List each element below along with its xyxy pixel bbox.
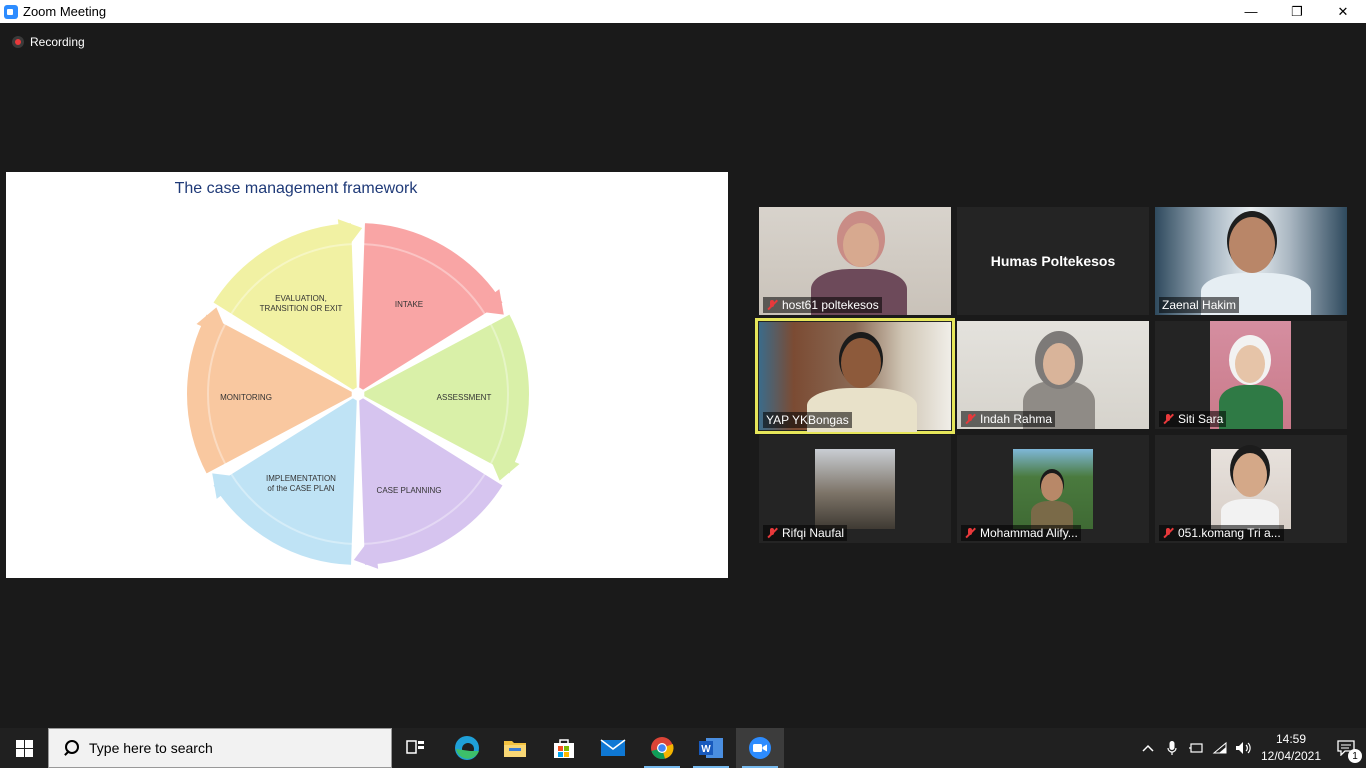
segment-label-assessment: ASSESSMENT bbox=[437, 393, 492, 402]
svg-text:MONITORING: MONITORING bbox=[220, 393, 272, 402]
mic-muted-icon bbox=[964, 527, 976, 539]
participant-name: Rifqi Naufal bbox=[763, 525, 848, 541]
clock-time: 14:59 bbox=[1275, 732, 1307, 746]
participant-name: Humas Poltekesos bbox=[990, 253, 1116, 269]
svg-text:IMPLEMENTATION: IMPLEMENTATION bbox=[266, 474, 336, 483]
recording-icon bbox=[12, 36, 24, 48]
case-management-diagram: INTAKE ASSESSMENT CASE PLANNING IMPLEMEN… bbox=[185, 219, 531, 569]
word-icon[interactable]: W bbox=[687, 728, 735, 768]
minimize-button[interactable]: — bbox=[1228, 0, 1274, 23]
participant-tile[interactable]: Mohammad Alify... bbox=[957, 435, 1149, 543]
participant-name: Siti Sara bbox=[1159, 411, 1227, 427]
windows-logo-icon bbox=[15, 739, 33, 757]
restore-button[interactable]: ❐ bbox=[1274, 0, 1320, 23]
shared-screen: The case management framework INTAKE ASS… bbox=[6, 172, 728, 578]
participant-name: Zaenal Hakim bbox=[1159, 297, 1240, 313]
battery-plug-icon[interactable] bbox=[1184, 728, 1208, 768]
recording-indicator[interactable]: Recording bbox=[12, 35, 85, 49]
search-icon bbox=[63, 740, 79, 756]
clock-date: 12/04/2021 bbox=[1260, 749, 1322, 763]
participant-tile[interactable]: Indah Rahma bbox=[957, 321, 1149, 429]
svg-text:ASSESSMENT: ASSESSMENT bbox=[437, 393, 492, 402]
taskbar: Type here to search W 14:59 12/04/2021 1 bbox=[0, 728, 1366, 768]
svg-text:of the CASE PLAN: of the CASE PLAN bbox=[267, 484, 334, 493]
window-controls: — ❐ ✕ bbox=[1228, 0, 1366, 23]
svg-text:INTAKE: INTAKE bbox=[395, 300, 423, 309]
segment-label-intake: INTAKE bbox=[395, 300, 423, 309]
zoom-taskbar-icon[interactable] bbox=[736, 728, 784, 768]
zoom-app-icon bbox=[4, 4, 18, 19]
notification-center-button[interactable]: 1 bbox=[1326, 728, 1366, 768]
mic-muted-icon bbox=[964, 413, 976, 425]
participant-tile[interactable]: Rifqi Naufal bbox=[759, 435, 951, 543]
participant-tile-active-speaker[interactable]: YAP YKBongas bbox=[755, 318, 955, 434]
participant-name: YAP YKBongas bbox=[763, 412, 852, 428]
mic-muted-icon bbox=[1162, 413, 1174, 425]
volume-icon[interactable] bbox=[1232, 728, 1256, 768]
edge-browser-icon[interactable] bbox=[443, 728, 491, 768]
microphone-icon[interactable] bbox=[1160, 728, 1184, 768]
mail-icon[interactable] bbox=[589, 728, 637, 768]
participant-tile[interactable]: host61 poltekesos bbox=[759, 207, 951, 315]
participant-tile[interactable]: Siti Sara bbox=[1155, 321, 1347, 429]
task-view-icon[interactable] bbox=[392, 728, 440, 768]
segment-label-case-planning: CASE PLANNING bbox=[377, 486, 442, 495]
file-explorer-icon[interactable] bbox=[491, 728, 539, 768]
svg-text:CASE PLANNING: CASE PLANNING bbox=[377, 486, 442, 495]
microsoft-store-icon[interactable] bbox=[540, 728, 588, 768]
wifi-icon[interactable] bbox=[1208, 728, 1232, 768]
mic-muted-icon bbox=[1162, 527, 1174, 539]
recording-label: Recording bbox=[30, 35, 85, 49]
close-button[interactable]: ✕ bbox=[1320, 0, 1366, 23]
participant-name: host61 poltekesos bbox=[763, 297, 882, 313]
start-button[interactable] bbox=[0, 728, 48, 768]
search-placeholder: Type here to search bbox=[89, 740, 213, 756]
svg-text:EVALUATION,: EVALUATION, bbox=[275, 294, 327, 303]
window-title: Zoom Meeting bbox=[23, 4, 107, 19]
mic-muted-icon bbox=[766, 299, 778, 311]
segment-label-implementation: IMPLEMENTATION of the CASE PLAN bbox=[266, 474, 336, 493]
taskbar-search-box[interactable]: Type here to search bbox=[48, 728, 392, 768]
participant-video bbox=[815, 449, 895, 529]
svg-text:W: W bbox=[701, 744, 711, 755]
participant-name: Indah Rahma bbox=[961, 411, 1056, 427]
participant-tile[interactable]: 051.komang Tri a... bbox=[1155, 435, 1347, 543]
segment-label-monitoring: MONITORING bbox=[220, 393, 272, 402]
notification-badge: 1 bbox=[1348, 749, 1362, 763]
participant-tile[interactable]: Humas Poltekesos bbox=[957, 207, 1149, 315]
clock[interactable]: 14:59 12/04/2021 bbox=[1256, 731, 1326, 765]
chrome-icon[interactable] bbox=[638, 728, 686, 768]
show-hidden-icons-chevron-icon[interactable] bbox=[1136, 728, 1160, 768]
participant-tile[interactable]: Zaenal Hakim bbox=[1155, 207, 1347, 315]
system-tray: 14:59 12/04/2021 1 bbox=[1136, 728, 1366, 768]
title-bar: Zoom Meeting — ❐ ✕ bbox=[0, 0, 1366, 23]
mic-muted-icon bbox=[766, 527, 778, 539]
participant-name: Mohammad Alify... bbox=[961, 525, 1081, 541]
participant-name: 051.komang Tri a... bbox=[1159, 525, 1284, 541]
svg-text:TRANSITION OR EXIT: TRANSITION OR EXIT bbox=[260, 304, 343, 313]
